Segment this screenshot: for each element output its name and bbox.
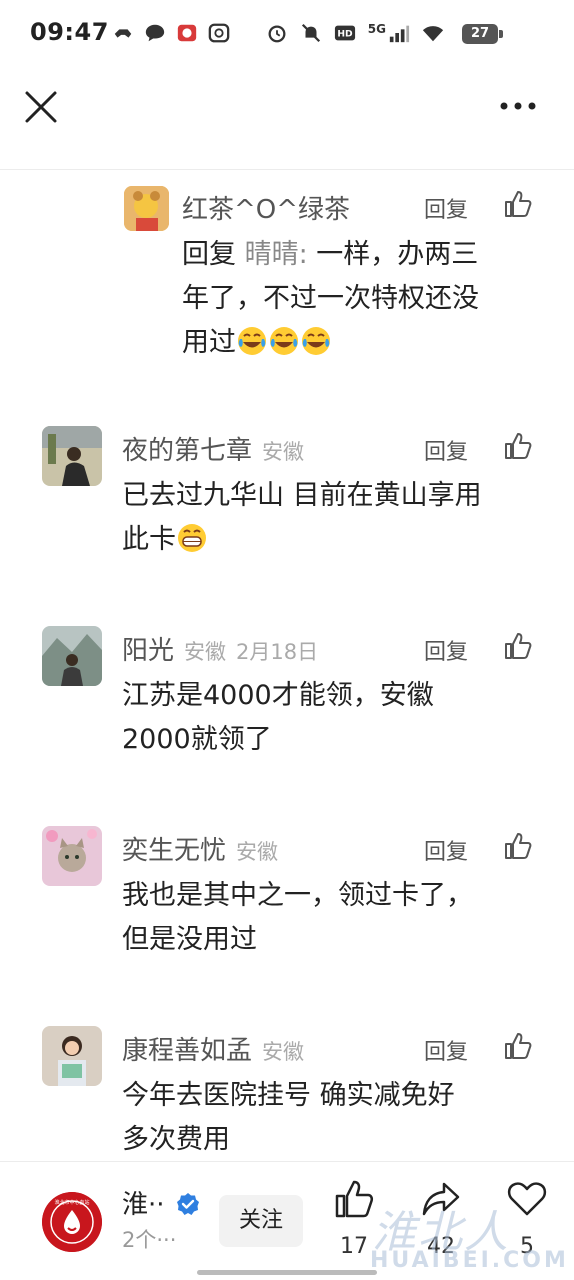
share-count: 42: [427, 1234, 455, 1259]
comment-author[interactable]: 奕生无忧: [122, 836, 226, 866]
thumbs-up-icon[interactable]: [503, 1031, 533, 1061]
comment-location: 安徽: [262, 1040, 305, 1064]
comment-line: 用过: [182, 327, 236, 358]
more-dots-icon[interactable]: [498, 92, 538, 120]
like-count: 17: [340, 1234, 368, 1259]
follow-button[interactable]: 关注: [219, 1195, 303, 1247]
network-label: 5G: [367, 22, 386, 36]
comment-text: 已去过九华山 目前在黄山享用 此卡: [122, 474, 542, 562]
avatar[interactable]: [42, 426, 102, 486]
status-system-icons: HD 5G: [266, 22, 444, 44]
verified-badge-icon: [177, 1193, 199, 1215]
wifi-icon: [422, 26, 444, 42]
heart-icon: [507, 1182, 547, 1216]
logo-text: 淮北市中心血站: [54, 1199, 89, 1206]
battery-tip: [499, 30, 503, 38]
comment-text: 我也是其中之一，领过卡了， 但是没用过: [122, 874, 542, 962]
grin-emoji: [178, 524, 206, 552]
game-controller-icon: [114, 29, 132, 38]
share-action[interactable]: 42: [413, 1178, 469, 1259]
comment-text: 今年去医院挂号 确实减免好 多次费用: [122, 1074, 542, 1161]
comment-date: 2月18日: [236, 640, 319, 664]
like-action[interactable]: 17: [326, 1178, 382, 1259]
app-red-icon: [177, 24, 197, 42]
avatar[interactable]: [42, 1026, 102, 1086]
reply-prefix: 回复: [182, 239, 245, 270]
comment-author[interactable]: 夜的第七章: [122, 436, 252, 466]
comment-line: 今年去医院挂号 确实减免好: [122, 1080, 455, 1111]
chat-bubble-icon: [145, 24, 165, 42]
signal-icon: [389, 25, 410, 43]
status-time: 09:47: [30, 18, 109, 46]
avatar[interactable]: [124, 186, 169, 231]
thumbs-up-icon[interactable]: [503, 189, 533, 219]
comment-author[interactable]: 康程善如孟: [122, 1036, 252, 1066]
comment-author-line: 阳光 安徽 2月18日: [122, 630, 318, 667]
comment-line: 多次费用: [122, 1124, 230, 1155]
comment-author-line: 康程善如孟 安徽: [122, 1030, 304, 1067]
mute-bell-icon: [301, 23, 320, 43]
avatar[interactable]: [42, 626, 102, 686]
hd-icon: HD: [334, 25, 355, 41]
laugh-cry-emoji: [302, 327, 330, 355]
comment-line: 年了，不过一次特权还没: [182, 283, 479, 314]
reply-button[interactable]: 回复: [424, 434, 468, 466]
status-notification-icons: [112, 22, 230, 44]
thumbs-up-icon[interactable]: [503, 431, 533, 461]
share-arrow-icon: [422, 1182, 460, 1216]
comment-line: 江苏是4000才能领，安徽: [122, 680, 434, 711]
close-icon[interactable]: [22, 88, 60, 126]
comment-text: 江苏是4000才能领，安徽 2000就领了: [122, 674, 542, 762]
home-indicator[interactable]: [197, 1270, 377, 1275]
comment-line: 2000就领了: [122, 724, 272, 755]
account-name[interactable]: 淮··: [122, 1184, 165, 1221]
comment-location: 安徽: [236, 840, 279, 864]
svg-text:HD: HD: [337, 29, 353, 40]
battery-indicator: 27: [462, 24, 498, 44]
avatar[interactable]: [42, 826, 102, 886]
laugh-cry-emoji: [270, 327, 298, 355]
comment-author-line: 夜的第七章 安徽: [122, 430, 304, 467]
favorite-action[interactable]: 5: [499, 1178, 555, 1259]
favorite-count: 5: [520, 1234, 534, 1259]
status-bar: 09:47 HD 5G 27: [0, 0, 574, 68]
top-navigation: [0, 68, 574, 170]
comment-line: 我也是其中之一，领过卡了，: [122, 880, 473, 911]
comment-location: 安徽: [184, 640, 227, 664]
comment-text: 回复 晴晴: 一样，办两三 年了，不过一次特权还没 用过: [182, 233, 542, 365]
mention-user[interactable]: 晴晴:: [245, 239, 308, 270]
thumbs-up-icon: [335, 1180, 374, 1218]
laugh-cry-emoji: [238, 327, 266, 355]
account-subtitle: 2个···: [122, 1228, 177, 1252]
reply-button[interactable]: 回复: [424, 834, 468, 866]
comment-author[interactable]: 红茶^O^绿茶: [182, 189, 350, 226]
reply-button[interactable]: 回复: [424, 634, 468, 666]
reply-button[interactable]: 回复: [424, 192, 468, 224]
comment-line: 已去过九华山 目前在黄山享用: [122, 480, 482, 511]
comment-list: 红茶^O^绿茶 回复 回复 晴晴: 一样，办两三 年了，不过一次特权还没 用过 …: [0, 171, 574, 1161]
comment-line: 一样，办两三: [307, 239, 479, 270]
comment-author[interactable]: 阳光: [122, 636, 174, 666]
thumbs-up-icon[interactable]: [503, 831, 533, 861]
comment-line: 但是没用过: [122, 924, 257, 955]
app-q-icon: [208, 23, 230, 43]
comment-line: 此卡: [122, 524, 176, 555]
comment-author-line: 奕生无忧 安徽: [122, 830, 278, 867]
bottom-action-bar: 淮北市中心血站 淮·· 2个··· 关注 17 42 5: [0, 1161, 574, 1280]
account-logo[interactable]: 淮北市中心血站: [42, 1192, 102, 1252]
reply-button[interactable]: 回复: [424, 1034, 468, 1066]
alarm-icon: [268, 25, 286, 43]
thumbs-up-icon[interactable]: [503, 631, 533, 661]
comment-location: 安徽: [262, 440, 305, 464]
